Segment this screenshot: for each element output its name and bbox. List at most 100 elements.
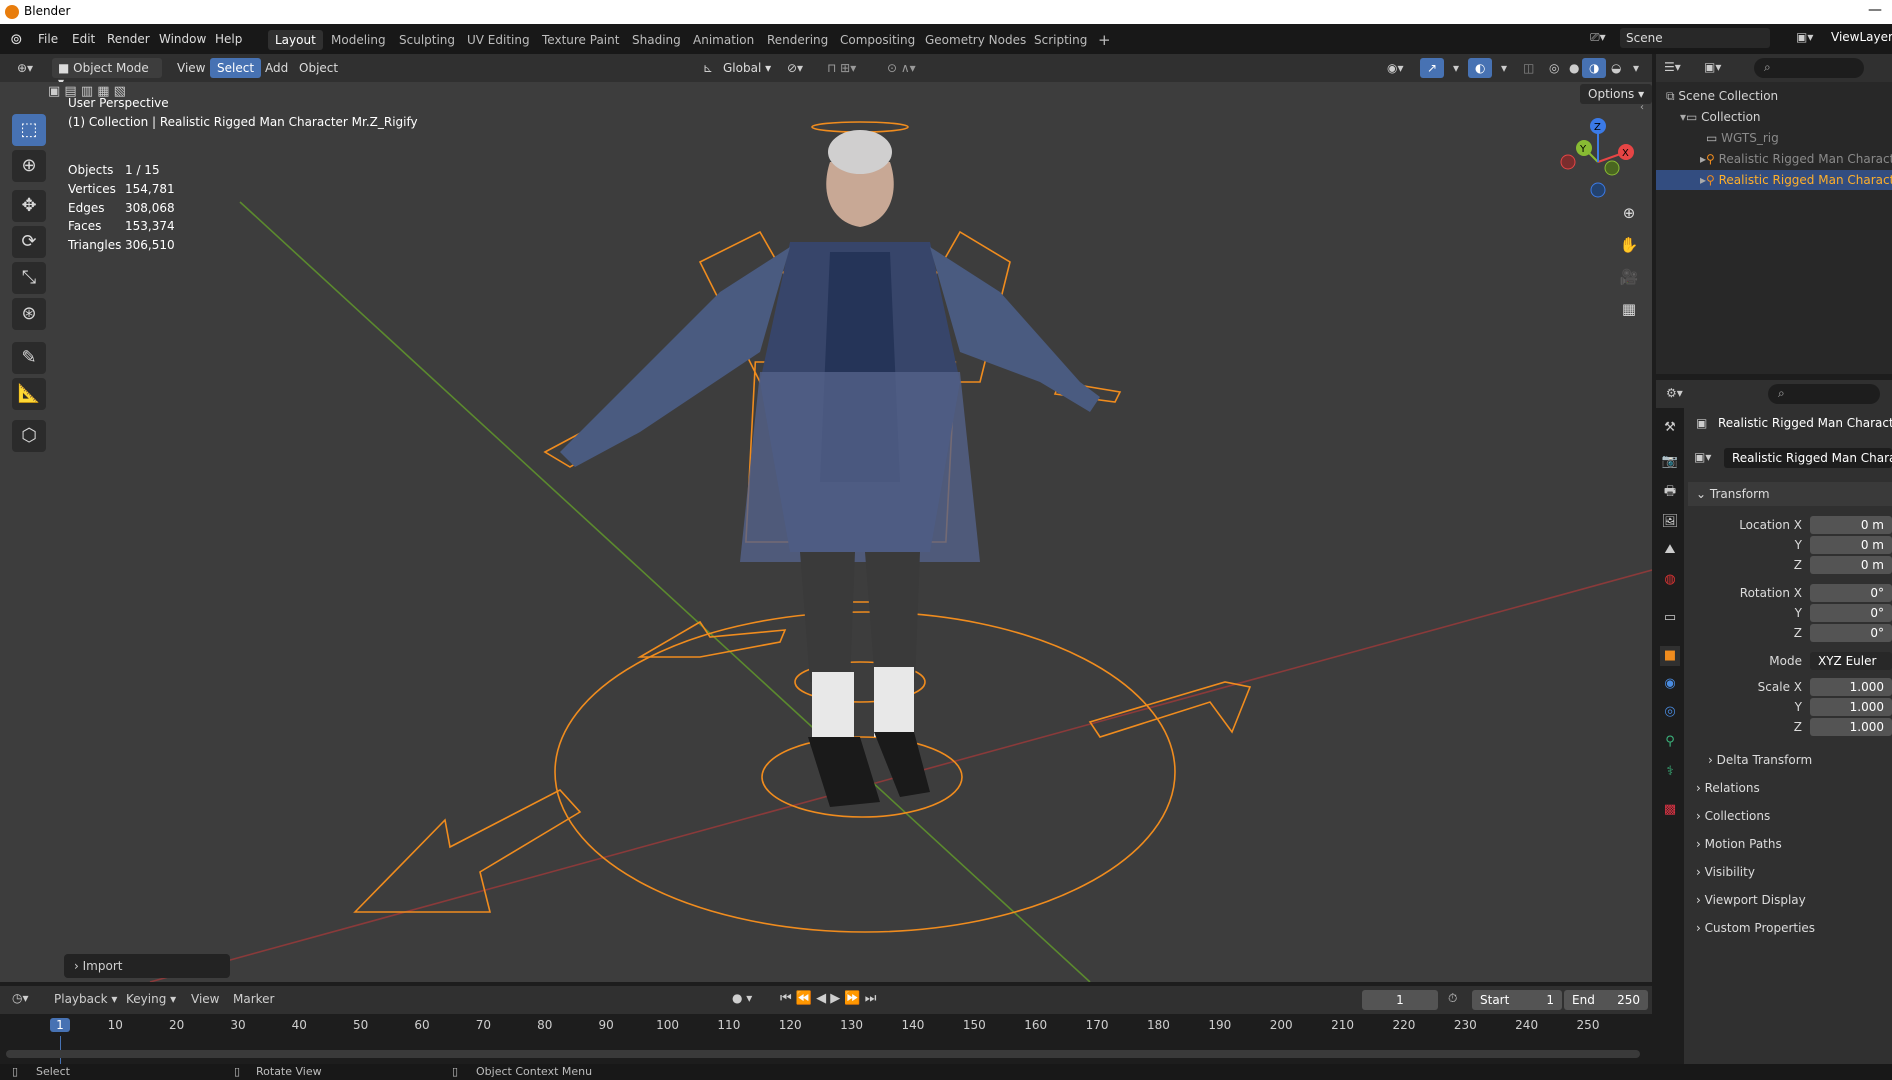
modifiers-tab-icon[interactable]: ◉ xyxy=(1660,674,1680,694)
annotate-tool[interactable]: ✎ xyxy=(12,342,46,374)
properties-search-input[interactable]: ⌕ xyxy=(1768,384,1880,404)
editor-type-icon[interactable]: ⊕▾ xyxy=(10,58,40,78)
viewlayer-icon[interactable]: ▣▾ xyxy=(1796,30,1813,44)
add-cube-tool[interactable]: ⬡ xyxy=(12,420,46,452)
timeline-scrollbar[interactable] xyxy=(6,1050,1640,1058)
timeline-editor-icon[interactable]: ◷▾ xyxy=(12,991,29,1005)
outliner-row[interactable]: ▾ ▭ Collection xyxy=(1656,107,1892,127)
properties-section-custom-properties[interactable]: › Custom Properties xyxy=(1688,916,1892,940)
view-layer-tab-icon[interactable]: 🖼 xyxy=(1660,512,1680,532)
bone-tab-icon[interactable]: ⚕ xyxy=(1660,762,1680,782)
properties-section-visibility[interactable]: › Visibility xyxy=(1688,860,1892,884)
stopwatch-icon[interactable]: ⏱ xyxy=(1448,991,1457,1006)
outliner-row[interactable]: ▸ ⚲ Realistic Rigged Man Character xyxy=(1656,149,1892,169)
object-name-field[interactable]: Realistic Rigged Man Characte xyxy=(1724,448,1892,468)
viewport-menu-select[interactable]: Select xyxy=(210,58,262,78)
object-tab-icon[interactable]: ■ xyxy=(1660,646,1680,666)
shading-dropdown-icon[interactable]: ▾ xyxy=(1626,58,1646,78)
viewport-menu-view[interactable]: View xyxy=(170,58,212,78)
gizmo-dropdown-icon[interactable]: ▾ xyxy=(1446,58,1466,78)
scene-icon[interactable]: ⎚▾ xyxy=(1590,30,1606,45)
ortho-grid-icon[interactable]: ▦ xyxy=(1616,296,1642,322)
rotation-z-field[interactable]: 0° xyxy=(1810,624,1892,642)
disclosure-right-icon[interactable]: ▸ xyxy=(1656,173,1706,187)
minimize-icon[interactable]: — xyxy=(1868,2,1882,18)
record-icon[interactable]: ● ▾ xyxy=(732,991,752,1005)
add-workspace-icon[interactable]: + xyxy=(1091,28,1118,49)
disclosure-down-icon[interactable]: ▾ xyxy=(1656,110,1686,124)
transform-tool[interactable]: ⊛ xyxy=(12,298,46,330)
gizmo-toggle-icon[interactable]: ↗ xyxy=(1420,58,1445,78)
scale-tool[interactable]: ⤡ xyxy=(12,262,46,294)
transform-panel-header[interactable]: ⌄ Transform xyxy=(1688,482,1892,506)
menu-render[interactable]: Render xyxy=(107,32,150,46)
3d-viewport[interactable]: X Y Z ▣ ▤ ▥ ▦ ▧ User Perspective (1) Col… xyxy=(0,82,1652,982)
current-frame-field[interactable]: 1 xyxy=(1362,990,1438,1010)
location-z-field[interactable]: 0 m xyxy=(1810,556,1892,574)
rotation-x-field[interactable]: 0° xyxy=(1810,584,1892,602)
select-box-tool[interactable]: ⬚ xyxy=(12,114,46,146)
tab-rendering[interactable]: Rendering xyxy=(760,30,835,50)
outliner-row[interactable]: ▭ WGTS_rig xyxy=(1656,128,1892,148)
move-tool[interactable]: ✥ xyxy=(12,190,46,222)
tab-compositing[interactable]: Compositing xyxy=(833,30,922,50)
proportional-edit-icon[interactable]: ⊙ ∧▾ xyxy=(880,58,923,78)
tab-shading[interactable]: Shading xyxy=(625,30,688,50)
menu-edit[interactable]: Edit xyxy=(72,32,95,46)
pivot-icon[interactable]: ⊘▾ xyxy=(780,58,810,78)
delta-transform-subpanel[interactable]: › Delta Transform xyxy=(1700,748,1892,772)
outliner-search-input[interactable]: ⌕ xyxy=(1754,58,1864,78)
properties-section-viewport-display[interactable]: › Viewport Display xyxy=(1688,888,1892,912)
rotation-y-field[interactable]: 0° xyxy=(1810,604,1892,622)
frame-ruler[interactable]: 1 10 20 30 40 50 60 70 80 90 100 110 120 130 140 150 160… xyxy=(0,1014,1652,1036)
end-frame-field[interactable]: End 250 xyxy=(1564,990,1648,1010)
render-tab-icon[interactable]: 📷 xyxy=(1660,452,1680,472)
scene-tab-icon[interactable]: ⛰ xyxy=(1660,540,1680,560)
cursor-tool[interactable]: ⊕ xyxy=(12,150,46,182)
location-y-field[interactable]: 0 m xyxy=(1810,536,1892,554)
xray-icon[interactable]: ◫ xyxy=(1516,58,1541,78)
options-dropdown[interactable]: Options ▾ xyxy=(1580,84,1653,104)
properties-section-relations[interactable]: › Relations xyxy=(1688,776,1892,800)
scale-z-field[interactable]: 1.000 xyxy=(1810,718,1892,736)
disclosure-right-icon[interactable]: ▸ xyxy=(1656,152,1706,166)
mode-selector[interactable]: ■ Object Mode ▾ xyxy=(52,58,162,89)
menu-window[interactable]: Window xyxy=(159,32,206,46)
import-operator-panel[interactable]: › Import xyxy=(64,954,230,978)
timeline-menu-view[interactable]: View xyxy=(191,992,219,1006)
pan-hand-icon[interactable]: ✋ xyxy=(1616,232,1642,258)
tab-scripting[interactable]: Scripting xyxy=(1027,30,1094,50)
zoom-icon[interactable]: ⊕ xyxy=(1616,200,1642,226)
menu-help[interactable]: Help xyxy=(215,32,242,46)
rendered-shading-icon[interactable]: ◒ xyxy=(1604,58,1628,78)
tab-sculpting[interactable]: Sculpting xyxy=(392,30,462,50)
orientation-selector[interactable]: Global ▾ xyxy=(716,58,778,78)
collection-tab-icon[interactable]: ▭ xyxy=(1660,608,1680,628)
tab-animation[interactable]: Animation xyxy=(686,30,761,50)
object-type-icon[interactable]: ▣▾ xyxy=(1694,450,1711,464)
texture-tab-icon[interactable]: ▩ xyxy=(1660,800,1680,820)
tab-layout[interactable]: Layout xyxy=(268,30,323,50)
playhead-frame-indicator[interactable]: 1 xyxy=(50,1018,70,1032)
outliner-editor-icon[interactable]: ☰▾ xyxy=(1664,60,1681,74)
overlays-dropdown-icon[interactable]: ▾ xyxy=(1494,58,1514,78)
timeline-menu-marker[interactable]: Marker xyxy=(233,992,274,1006)
properties-editor-icon[interactable]: ⚙▾ xyxy=(1666,386,1683,400)
rotation-mode-select[interactable]: XYZ Euler xyxy=(1810,652,1892,670)
tab-uv-editing[interactable]: UV Editing xyxy=(460,30,537,50)
blender-menu-icon[interactable]: ⊚ xyxy=(10,30,23,48)
viewlayer-selector[interactable]: ViewLayer xyxy=(1831,30,1892,44)
physics-tab-icon[interactable]: ◎ xyxy=(1660,702,1680,722)
camera-view-icon[interactable]: 🎥 xyxy=(1616,264,1642,290)
timeline-menu-playback[interactable]: Playback ▾ xyxy=(54,992,117,1006)
overlays-toggle-icon[interactable]: ◐ xyxy=(1468,58,1493,78)
output-tab-icon[interactable]: 🖶 xyxy=(1660,482,1680,502)
tool-tab-icon[interactable]: ⚒ xyxy=(1660,418,1680,438)
timeline-menu-keying[interactable]: Keying ▾ xyxy=(126,992,176,1006)
viewport-menu-object[interactable]: Object xyxy=(292,58,345,78)
material-shading-icon[interactable]: ◑ xyxy=(1582,58,1607,78)
playback-controls-icon[interactable]: ⏮ ⏪ ◀ ▶ ⏩ ⏭ xyxy=(780,991,876,1006)
scale-y-field[interactable]: 1.000 xyxy=(1810,698,1892,716)
measure-tool[interactable]: 📐 xyxy=(12,378,46,410)
start-frame-field[interactable]: Start 1 xyxy=(1472,990,1562,1010)
